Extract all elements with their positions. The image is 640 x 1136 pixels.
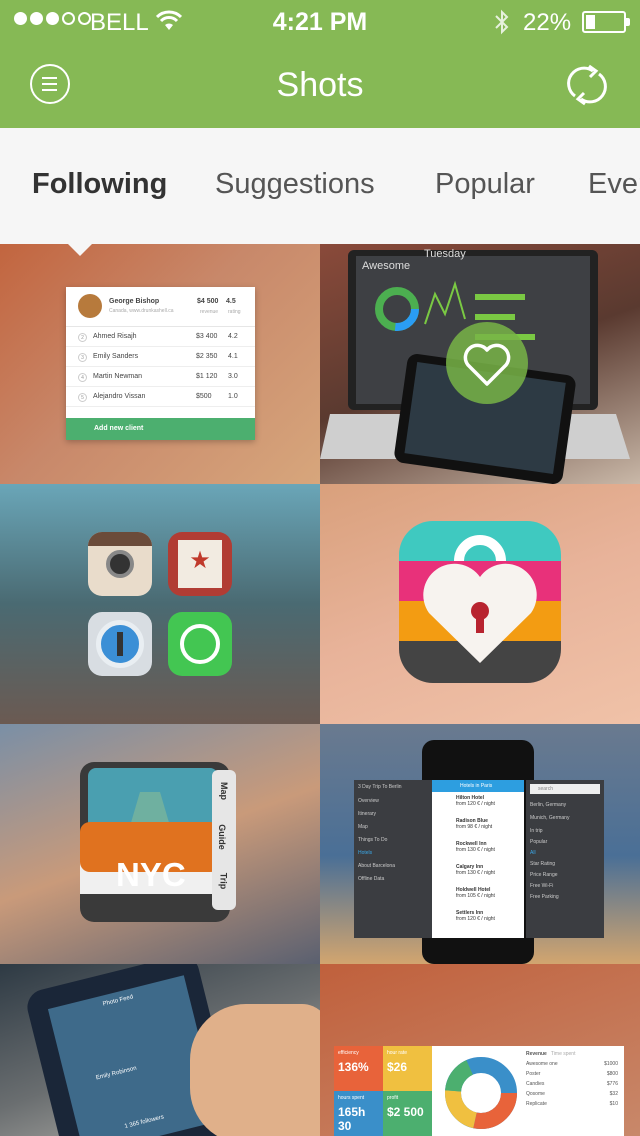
list-item: 3 Emily Sanders $2 350 4.1	[66, 347, 255, 367]
revenue-list: Revenue Time spent Awesome one $1000 Post…	[526, 1051, 618, 1107]
rating-label: rating	[228, 309, 241, 315]
shot-laptop-dashboard[interactable]: Awesome Tuesday	[320, 244, 640, 484]
shot-app-icons[interactable]: ★	[0, 484, 320, 724]
client-rating: 4.5	[226, 298, 236, 305]
shot-hotels-app[interactable]: 3 Day Trip To Berlin Overview Itinerary …	[320, 724, 640, 964]
star-bookmark-icon: ★	[168, 532, 232, 596]
list-item: 4 Martin Newman $1 120 3.0	[66, 367, 255, 387]
laptop-screen-title: Awesome	[362, 260, 411, 272]
donut-chart	[445, 1057, 517, 1129]
tab-following[interactable]: Following	[32, 168, 167, 201]
tab-popular[interactable]: Popular	[435, 168, 535, 201]
client-subtitle: Canada, www.drunkashell.ca	[109, 308, 174, 314]
stats-card: efficiency 136% hour rate $26 hours spent 1…	[334, 1046, 624, 1136]
shot-stats-dashboard[interactable]: efficiency 136% hour rate $26 hours spent 1…	[320, 964, 640, 1136]
shots-grid: George Bishop Canada, www.drunkashell.ca…	[0, 244, 640, 1136]
list-item: 2 Ahmed Risajh $3 400 4.2	[66, 327, 255, 347]
filter-panel: search Berlin, Germany Munich, Germany I…	[526, 780, 604, 938]
like-button[interactable]	[446, 322, 528, 404]
refresh-icon[interactable]	[563, 62, 611, 108]
list-item: 5 Alejandro Vissan $500 1.0	[66, 387, 255, 407]
nyc-tab-map: Map	[219, 782, 229, 800]
client-revenue: $4 500	[197, 298, 219, 305]
shot-client-list[interactable]: George Bishop Canada, www.drunkashell.ca…	[0, 244, 320, 484]
lock-key-icon	[88, 612, 152, 676]
avatar	[78, 294, 102, 318]
bluetooth-icon	[495, 9, 509, 35]
add-client-button: Add new client	[66, 418, 255, 440]
whatsapp-icon	[168, 612, 232, 676]
category-tabs: Following Suggestions Popular Ever	[0, 128, 640, 244]
heart-lock-icon	[399, 521, 561, 683]
tab-suggestions[interactable]: Suggestions	[215, 168, 375, 201]
app-root: BELL 4:21 PM 22% Shots Following Suggest…	[0, 0, 640, 1136]
shot-nyc-guide[interactable]: NYC Map Guide Trip	[0, 724, 320, 964]
nyc-label: NYC	[116, 856, 186, 893]
top-bar: BELL 4:21 PM 22% Shots	[0, 0, 640, 128]
camera-icon	[88, 532, 152, 596]
hotel-list: Hotels in Paris Hilton Hotel from 120 € /…	[432, 780, 524, 938]
laptop-screen-title-2: Tuesday	[424, 248, 466, 260]
nyc-tab-guide: Guide	[216, 824, 227, 850]
stat-tile: hour rate $26	[383, 1046, 432, 1091]
active-tab-pointer	[64, 240, 96, 256]
battery-icon	[582, 11, 630, 33]
hand-illustration	[190, 1004, 320, 1136]
nyc-tab-trip: Trip	[218, 872, 229, 890]
status-bar: BELL 4:21 PM 22%	[0, 0, 640, 44]
stat-tile: efficiency 136%	[334, 1046, 383, 1091]
heart-icon	[463, 343, 511, 386]
tab-ever[interactable]: Ever	[588, 168, 640, 201]
side-menu: 3 Day Trip To Berlin Overview Itinerary …	[354, 780, 432, 938]
battery-percent: 22%	[523, 9, 572, 36]
client-name: George Bishop	[109, 298, 160, 305]
shot-lock-icon[interactable]	[320, 484, 640, 724]
shot-photo-feed[interactable]: Photo Feed Emily Robinson 1 365 follower…	[0, 964, 320, 1136]
client-card: George Bishop Canada, www.drunkashell.ca…	[66, 287, 255, 440]
stat-tile: profit $2 500	[383, 1091, 432, 1136]
revenue-label: revenue	[200, 309, 219, 315]
page-title: Shots	[276, 66, 364, 104]
stat-tile: hours spent 165h 30	[334, 1091, 383, 1136]
